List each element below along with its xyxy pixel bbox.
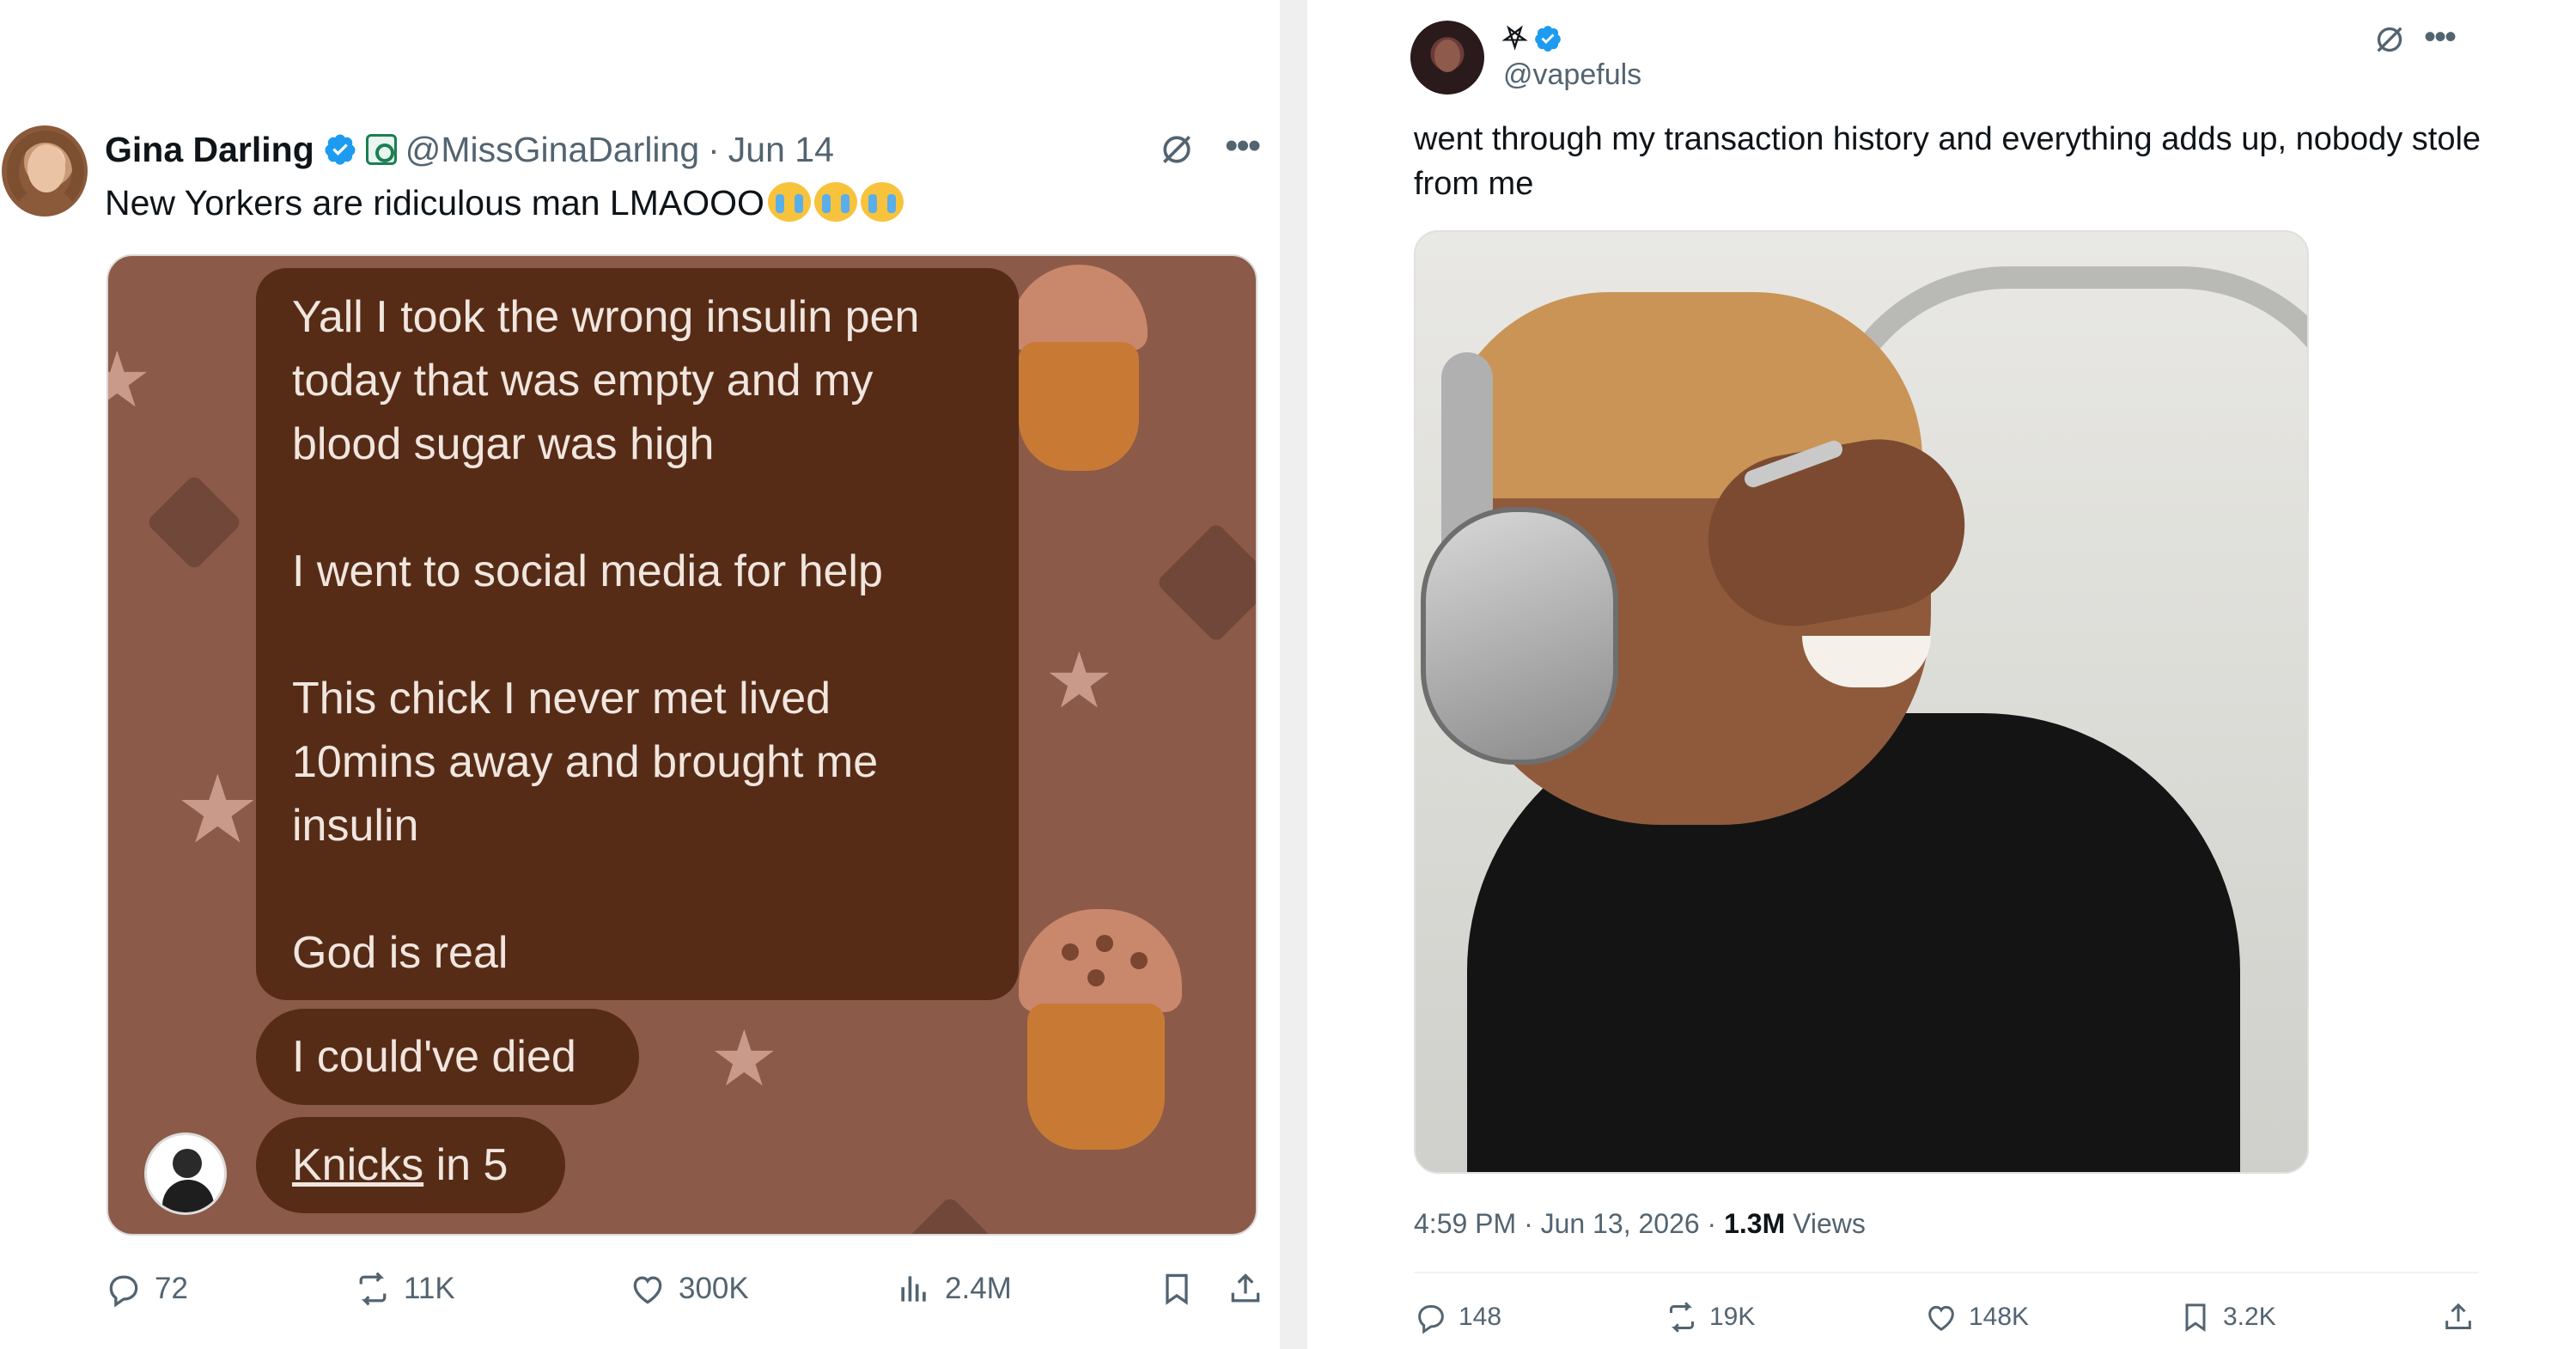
tweet-media-image[interactable]: ★ ★ ★ ★ Yall I took the wrong insulin pe… [107, 254, 1258, 1236]
bookmark-button[interactable]: 3.2K [2178, 1296, 2276, 1339]
author-avatar[interactable] [2, 125, 88, 217]
message-bubble: Yall I took the wrong insulin pen today … [256, 268, 1019, 1000]
repost-button[interactable]: 11K [354, 1267, 455, 1311]
author-avatar[interactable] [1410, 21, 1484, 95]
message-line: I could've died [292, 1032, 576, 1082]
heart-decoration [901, 1195, 999, 1234]
reply-button[interactable]: 72 [105, 1267, 188, 1311]
heart-decoration [1155, 522, 1256, 644]
views-count: 2.4M [945, 1272, 1012, 1305]
crying-emoji-icon [813, 182, 857, 222]
views-count: 1.3M [1724, 1208, 1786, 1239]
tweet-date[interactable]: Jun 13, 2026 [1541, 1208, 1700, 1239]
tweet-header: ⛧ [1503, 19, 1562, 58]
repost-icon [1670, 1302, 1694, 1333]
message-line: God is real [292, 928, 509, 978]
meta-separator: · [1516, 1208, 1541, 1239]
heart-icon [1928, 1305, 1954, 1331]
share-button[interactable] [1227, 1267, 1264, 1311]
like-button[interactable]: 148K [1924, 1296, 2029, 1339]
reply-count: 148 [1459, 1303, 1502, 1331]
tweet-meta: 4:59 PM · Jun 13, 2026 · 1.3M Views [1414, 1208, 1866, 1240]
tweet-text-content: New Yorkers are ridiculous man LMAOOO [105, 183, 764, 223]
meta-separator: · [1699, 1208, 1725, 1239]
message-line: I went to social media for help [292, 546, 883, 596]
like-button[interactable]: 300K [629, 1267, 749, 1311]
verified-badge-icon [1535, 26, 1562, 52]
right-tweet: ⛧ @vapefuls ••• went through my transact… [1307, 0, 2576, 1349]
message-line: in 5 [423, 1140, 509, 1190]
more-options-icon[interactable]: ••• [2424, 20, 2457, 54]
repost-count: 11K [404, 1272, 455, 1305]
crying-emoji-icon [767, 182, 811, 222]
repost-count: 19K [1709, 1303, 1756, 1331]
star-decoration: ★ [1044, 638, 1114, 724]
star-decoration: ★ [709, 1016, 779, 1102]
grok-icon[interactable] [1158, 129, 1196, 170]
verified-badge-icon [325, 134, 356, 165]
repost-icon [359, 1272, 387, 1306]
date-separator: · [708, 129, 720, 169]
star-decoration: ★ [108, 333, 152, 428]
message-bubble: Knicks in 5 [256, 1117, 565, 1213]
author-name[interactable]: Gina Darling [105, 130, 314, 170]
tweet-actions: 148 19K 148K 3.2K [1414, 1296, 2496, 1339]
author-name[interactable]: ⛧ [1503, 22, 1526, 56]
message-bubble: I could've died [256, 1009, 639, 1105]
boba-cup-decoration [1002, 265, 1156, 471]
star-decoration: ★ [175, 757, 260, 863]
bookmark-icon [2185, 1303, 2206, 1333]
reply-icon [1418, 1305, 1444, 1334]
views-button[interactable]: 2.4M [895, 1267, 1012, 1311]
message-line: This chick I never met lived 10mins away… [292, 674, 879, 851]
share-button[interactable] [2441, 1296, 2476, 1339]
like-count: 300K [679, 1272, 749, 1305]
repost-button[interactable]: 19K [1665, 1296, 1755, 1339]
author-handle[interactable]: @vapefuls [1503, 58, 1641, 92]
message-line: Yall I took the wrong insulin pen today … [292, 292, 920, 469]
reply-icon [109, 1275, 138, 1308]
views-icon [901, 1276, 926, 1302]
share-icon [2445, 1303, 2471, 1329]
tweet-date[interactable]: Jun 14 [728, 130, 834, 170]
bookmark-icon [1166, 1273, 1188, 1305]
heart-icon [633, 1276, 662, 1304]
bookmark-button[interactable] [1158, 1267, 1196, 1311]
left-tweet: Gina Darling @MissGinaDarling · Jun 14 •… [0, 0, 1280, 1349]
bookmark-count: 3.2K [2223, 1303, 2276, 1331]
reply-count: 72 [155, 1272, 188, 1305]
tweet-header: Gina Darling @MissGinaDarling · Jun 14 [105, 124, 834, 175]
tweet-media-image[interactable] [1414, 230, 2309, 1174]
divider-line [1414, 1272, 2479, 1273]
message-link: Knicks [292, 1140, 424, 1190]
grok-icon[interactable] [2372, 21, 2407, 58]
boba-cup-decoration [1010, 909, 1199, 1150]
reply-button[interactable]: 148 [1414, 1296, 1501, 1339]
views-label: Views [1785, 1208, 1866, 1239]
tweet-text: went through my transaction history and … [1414, 121, 2482, 202]
more-options-icon[interactable]: ••• [1225, 127, 1261, 165]
tweet-actions: 72 11K 300K 2.4M [105, 1267, 1264, 1311]
column-divider [1280, 0, 1307, 1349]
share-icon [1231, 1273, 1260, 1303]
affiliate-badge-icon[interactable] [365, 134, 397, 165]
tweet-time[interactable]: 4:59 PM [1414, 1208, 1516, 1239]
like-count: 148K [1969, 1303, 2030, 1331]
sender-avatar [144, 1132, 227, 1215]
tweet-text: New Yorkers are ridiculous man LMAOOO [105, 179, 904, 227]
headphones-icon [1421, 507, 1618, 765]
author-handle[interactable]: @MissGinaDarling [405, 130, 699, 170]
crying-emoji-icon [860, 182, 904, 222]
heart-decoration [145, 473, 243, 571]
